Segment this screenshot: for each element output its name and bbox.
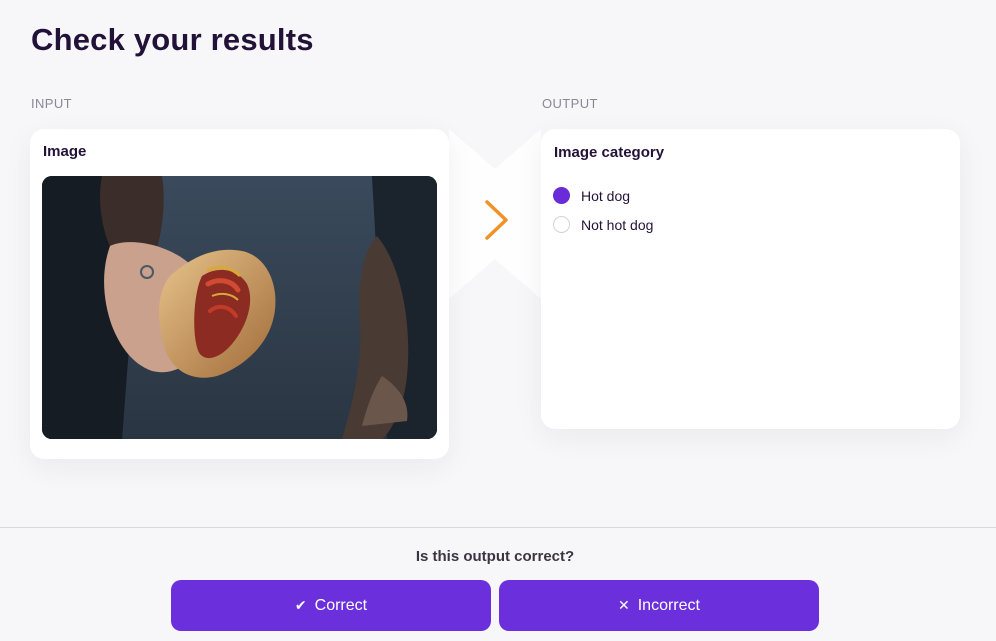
close-icon: ✕ (618, 597, 630, 613)
input-section-label: INPUT (31, 96, 72, 111)
radio-checked-icon[interactable] (553, 187, 570, 204)
category-options: Hot dog Not hot dog (553, 181, 653, 239)
correct-button[interactable]: ✔ Correct (171, 580, 491, 631)
feedback-question: Is this output correct? (415, 548, 575, 565)
incorrect-button-label: Incorrect (637, 596, 700, 614)
radio-unchecked-icon[interactable] (553, 216, 570, 233)
input-card: Image (30, 129, 449, 459)
chevron-right-icon (485, 200, 508, 240)
check-icon: ✔ (294, 597, 307, 613)
option-hot-dog[interactable]: Hot dog (553, 181, 653, 210)
input-card-heading: Image (43, 143, 87, 160)
incorrect-button[interactable]: ✕ Incorrect (499, 580, 819, 631)
option-label: Not hot dog (581, 216, 654, 233)
hot-dog-image (42, 176, 437, 439)
option-not-hot-dog[interactable]: Not hot dog (553, 210, 653, 239)
hot-dog-photo-icon (42, 176, 437, 439)
output-section-label: OUTPUT (542, 96, 598, 111)
page-title: Check your results (31, 22, 314, 57)
results-page: Check your results INPUT OUTPUT Image Im… (0, 0, 996, 641)
option-label: Hot dog (581, 187, 631, 204)
output-card-heading: Image category (554, 144, 665, 161)
output-card: Image category Hot dog Not hot dog (541, 129, 960, 429)
correct-button-label: Correct (314, 596, 368, 614)
divider (0, 527, 996, 528)
